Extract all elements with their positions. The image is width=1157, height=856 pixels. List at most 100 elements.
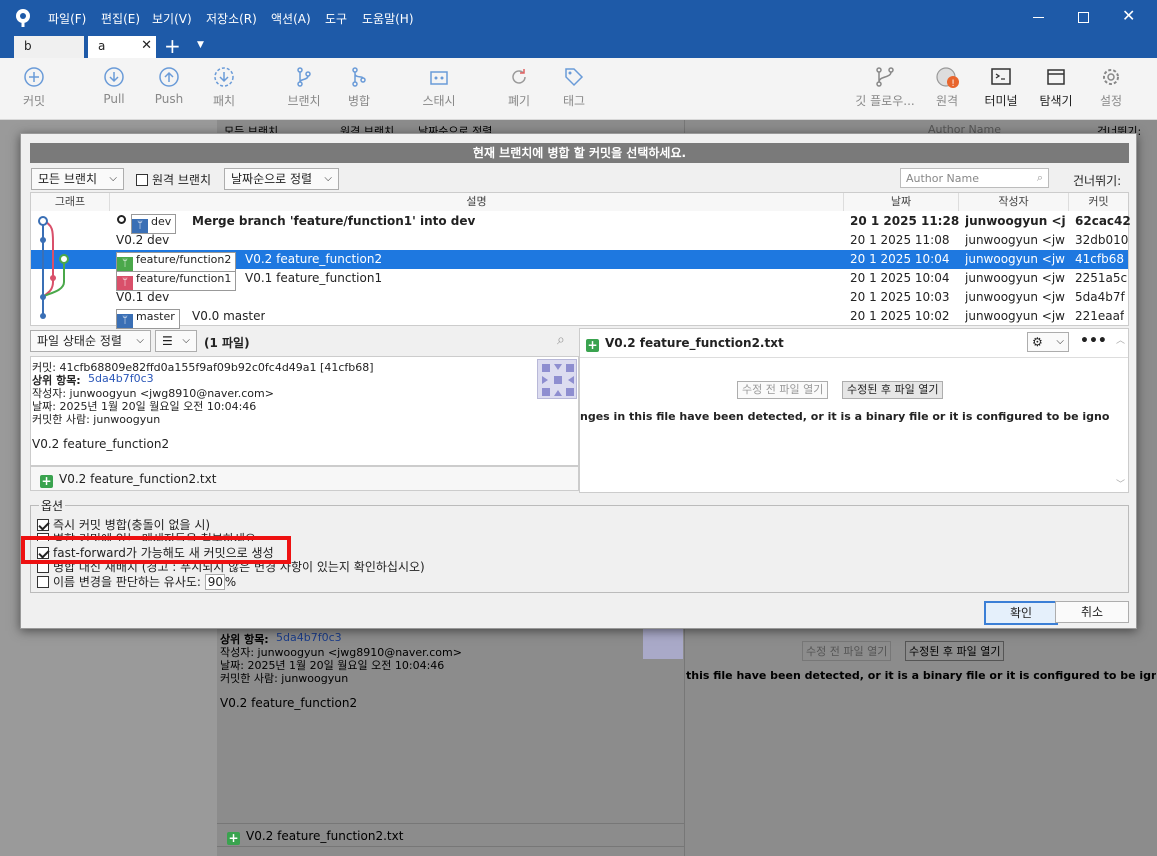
- explorer-button[interactable]: 탐색기: [1026, 66, 1086, 109]
- commit-button[interactable]: 커밋: [4, 66, 64, 109]
- open-after-button[interactable]: 수정된 후 파일 열기: [842, 381, 944, 399]
- diff-settings-dropdown[interactable]: ⚙ ⌵: [1027, 332, 1069, 352]
- checkbox-icon: [37, 576, 49, 588]
- patch-button[interactable]: 패치: [194, 66, 254, 109]
- tab-dropdown-icon[interactable]: ▼: [197, 40, 204, 50]
- pull-button[interactable]: Pull: [84, 66, 144, 106]
- gear-icon: ⚙: [1032, 335, 1043, 349]
- new-tab-icon[interactable]: +: [164, 34, 181, 58]
- bg-parent-hash: 5da4b7f0c3: [276, 631, 342, 644]
- jump-label: 건너뛰기:: [1073, 174, 1122, 188]
- badge-label: feature/function1: [136, 272, 232, 285]
- close-icon[interactable]: ✕: [1122, 6, 1135, 25]
- patch-icon: [214, 67, 234, 87]
- branch-button[interactable]: 브랜치: [274, 66, 334, 109]
- more-options-icon[interactable]: •••: [1080, 333, 1107, 349]
- tag-button[interactable]: 태그: [544, 66, 604, 109]
- cancel-button[interactable]: 취소: [1055, 601, 1129, 623]
- commit-detail-pane: 커밋: 41cfb68809e82ffd0a155f9af09b92c0fc4d…: [30, 356, 579, 466]
- commit-hash: 221eaaf: [1075, 309, 1125, 323]
- file-list-item[interactable]: + V0.2 feature_function2.txt: [40, 472, 216, 488]
- toolbar-label: 탐색기: [1039, 94, 1073, 108]
- ok-button[interactable]: 확인: [984, 601, 1058, 625]
- diff-file-header: + V0.2 feature_function2.txt: [586, 336, 784, 352]
- gitflow-button[interactable]: 깃 플로우...: [852, 66, 918, 109]
- parent-hash-link[interactable]: 5da4b7f0c3: [88, 372, 154, 385]
- commit-line: 커밋: 41cfb68809e82ffd0a155f9af09b92c0fc4d…: [32, 361, 374, 374]
- toolbar: 커밋 Pull Push 패치 브랜치 병합 스태시 폐기 태그 깃 플로우..…: [0, 58, 1157, 120]
- minimize-icon[interactable]: [1033, 17, 1044, 18]
- badge-label: feature/function2: [136, 253, 232, 266]
- remote-button[interactable]: ! 원격: [917, 66, 977, 109]
- push-button[interactable]: Push: [139, 66, 199, 106]
- author-search-input[interactable]: Author Name ⌕: [900, 168, 1049, 188]
- commit-row[interactable]: ᛘ master V0.0 master 20 1 2025 10:02 junw…: [31, 307, 1128, 329]
- menu-edit[interactable]: 편집(E): [101, 10, 140, 27]
- column-commit[interactable]: 커밋: [1069, 193, 1128, 211]
- merge-icon: [352, 67, 366, 87]
- stash-button[interactable]: 스태시: [409, 66, 469, 109]
- option-rename-similarity[interactable]: 이름 변경을 판단하는 유사도: 90%: [37, 573, 236, 590]
- menu-view[interactable]: 보기(V): [152, 10, 192, 27]
- remote-branch-checkbox[interactable]: 원격 브랜치: [136, 171, 211, 188]
- tab-a[interactable]: a ✕: [88, 36, 156, 58]
- menu-tools[interactable]: 도구: [325, 10, 347, 27]
- explorer-icon: [1047, 69, 1065, 85]
- branch-filter-dropdown[interactable]: 모든 브랜치 ⌵: [31, 168, 124, 190]
- toolbar-label: 태그: [562, 94, 586, 108]
- file-sort-dropdown[interactable]: 파일 상태순 정렬 ⌵: [30, 330, 151, 352]
- tab-b[interactable]: b: [14, 36, 84, 58]
- scroll-down-icon[interactable]: ﹀: [1116, 477, 1125, 490]
- option-no-fast-forward[interactable]: fast-forward가 가능해도 새 커밋으로 생성: [37, 544, 274, 561]
- commit-row-selected[interactable]: ᛘ feature/function2 V0.2 feature_function…: [31, 250, 1128, 272]
- view-mode-dropdown[interactable]: ☰ ⌵: [155, 330, 197, 352]
- column-author[interactable]: 작성자: [959, 193, 1069, 211]
- title-bar: 파일(F) 편집(E) 보기(V) 저장소(R) 액션(A) 도구 도움말(H)…: [0, 0, 1157, 36]
- toolbar-label: 커밋: [22, 94, 46, 108]
- terminal-button[interactable]: 터미널: [971, 66, 1031, 109]
- commit-hash: 2251a5c: [1075, 271, 1128, 285]
- toolbar-label: 스태시: [422, 94, 456, 108]
- commit-author: junwoogyun <jwg: [965, 252, 1065, 266]
- chevron-down-icon: ⌵: [324, 173, 332, 184]
- branch-icon: [297, 67, 311, 87]
- settings-button[interactable]: 설정: [1081, 66, 1141, 109]
- file-list-pane: + V0.2 feature_function2.txt: [30, 466, 579, 491]
- menu-action[interactable]: 액션(A): [271, 10, 311, 27]
- chevron-down-icon: ⌵: [136, 335, 144, 346]
- commit-row[interactable]: ᛘ dev Merge branch 'feature/function1' in…: [31, 212, 1131, 234]
- menu-file[interactable]: 파일(F): [48, 10, 86, 27]
- open-before-button[interactable]: 수정 전 파일 열기: [737, 381, 829, 399]
- commit-hash: 5da4b7f: [1075, 290, 1125, 304]
- menu-repository[interactable]: 저장소(R): [206, 10, 257, 27]
- column-graph[interactable]: 그래프: [31, 193, 110, 211]
- commit-author: junwoogyun <jwg: [965, 309, 1065, 323]
- bg-message: V0.2 feature_function2: [220, 696, 358, 710]
- settings-icon: [1103, 69, 1119, 85]
- commit-author: junwoogyun <jwg: [965, 233, 1065, 247]
- column-date[interactable]: 날짜: [844, 193, 959, 211]
- sort-dropdown[interactable]: 날짜순으로 정렬 ⌵: [224, 168, 339, 190]
- maximize-icon[interactable]: [1078, 12, 1089, 23]
- toolbar-label: 병합: [347, 94, 371, 108]
- column-description[interactable]: 설명: [110, 193, 844, 211]
- bg-binary-msg: this file have been detected, or it is a…: [686, 669, 1156, 682]
- dialog-title: 현재 브랜치에 병합 할 커밋을 선택하세요.: [30, 143, 1129, 163]
- commit-author: junwoogyun <jwg: [965, 214, 1065, 228]
- commit-graph: [38, 216, 69, 319]
- search-icon[interactable]: ⌕: [557, 332, 565, 348]
- commit-row[interactable]: V0.1 dev 20 1 2025 10:03 junwoogyun <jwg…: [31, 288, 1128, 307]
- diff-file-name: V0.2 feature_function2.txt: [605, 336, 784, 350]
- menu-help[interactable]: 도움말(H): [362, 10, 414, 27]
- tab-label: b: [24, 39, 32, 53]
- discard-button[interactable]: 폐기: [489, 66, 549, 109]
- merge-button[interactable]: 병합: [329, 66, 389, 109]
- similarity-input[interactable]: 90: [204, 574, 225, 590]
- commit-row[interactable]: V0.2 dev 20 1 2025 11:08 junwoogyun <jwg…: [31, 231, 1128, 250]
- tab-close-icon[interactable]: ✕: [141, 38, 152, 53]
- merge-dialog: 현재 브랜치에 병합 할 커밋을 선택하세요. 모든 브랜치 ⌵ 원격 브랜치 날…: [20, 133, 1137, 629]
- scroll-up-icon[interactable]: ︿: [1116, 333, 1125, 346]
- commit-hash: 32db010: [1075, 233, 1129, 247]
- list-icon: ☰: [162, 334, 173, 348]
- commit-row[interactable]: ᛘ feature/function1 V0.1 feature_function…: [31, 269, 1128, 291]
